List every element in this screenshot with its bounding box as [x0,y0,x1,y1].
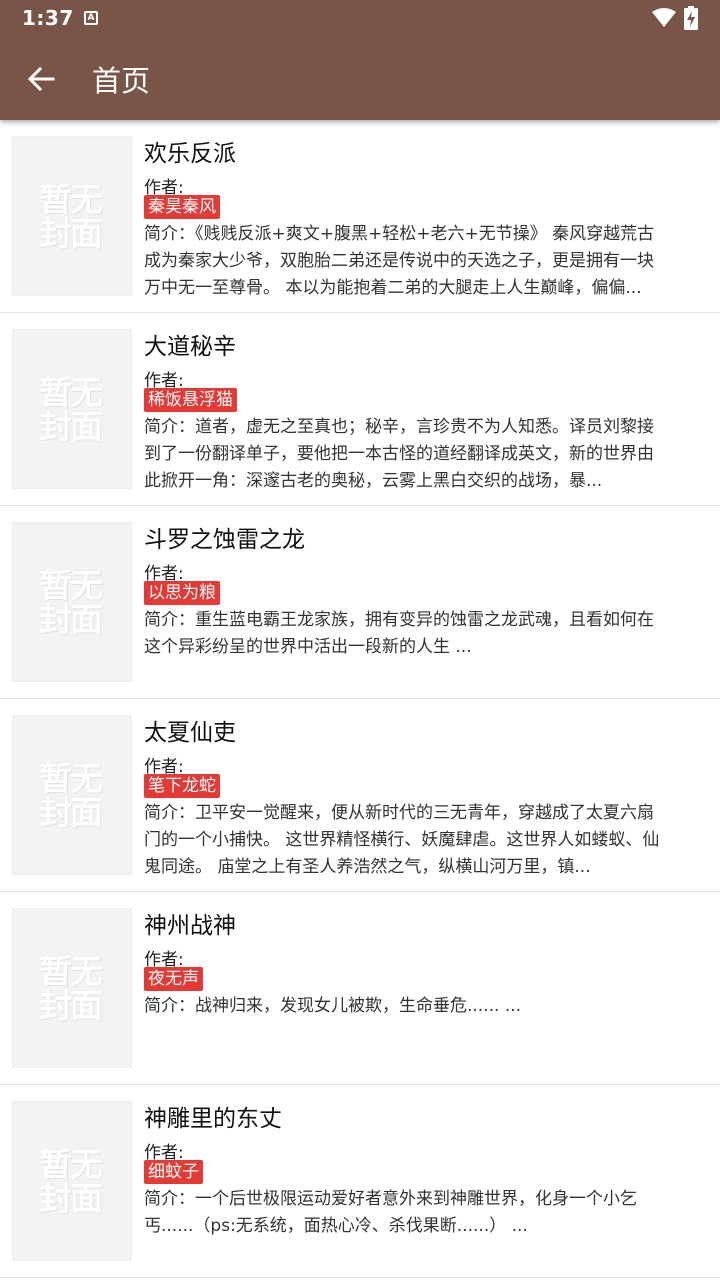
app-bar: 1:37 A 首页 [0,0,720,120]
wifi-icon [652,8,676,27]
status-time: 1:37 [22,6,74,30]
book-item[interactable]: 暂无封面 斗罗之蚀雷之龙 作者: 以思为粮 简介：重生蓝电霸王龙家族，拥有变异的… [0,506,720,699]
battery-charging-icon [684,6,698,30]
cover-placeholder-text: 暂无封面 [39,1145,103,1218]
book-intro: 简介：一个后世极限运动爱好者意外来到神雕世界，化身一个小乞丐......（ps:… [144,1189,637,1236]
book-title: 神州战神 [144,913,236,939]
book-intro: 简介：重生蓝电霸王龙家族，拥有变异的蚀雷之龙武魂，且看如何在这个异彩纷呈的世界中… [144,610,654,657]
book-intro: 简介：战神归来，发现女儿被欺，生命垂危...... ... [144,996,522,1016]
cover-placeholder-text: 暂无封面 [39,180,103,253]
book-intro: 简介：卫平安一觉醒来，便从新时代的三无青年，穿越成了太夏六扇门的一个小捕快。 这… [144,803,660,877]
book-cover: 暂无封面 [12,715,132,875]
book-title: 斗罗之蚀雷之龙 [144,527,305,553]
book-intro: 简介：《贱贱反派+爽文+腹黑+轻松+老六+无节操》 秦风穿越荒古成为秦家大少爷，… [144,224,655,298]
cover-placeholder-text: 暂无封面 [39,952,103,1025]
author-badge: 笔下龙蛇 [144,774,220,798]
cover-placeholder-text: 暂无封面 [39,566,103,639]
book-item[interactable]: 暂无封面 大道秘辛 作者: 稀饭悬浮猫 简介：道者，虚无之至真也；秘辛，言珍贵不… [0,313,720,506]
book-item[interactable]: 暂无封面 欢乐反派 作者: 秦昊秦风 简介：《贱贱反派+爽文+腹黑+轻松+老六+… [0,120,720,313]
author-badge: 夜无声 [144,967,203,991]
notification-a-icon: A [84,11,98,25]
book-cover: 暂无封面 [12,1101,132,1261]
book-cover: 暂无封面 [12,329,132,489]
author-badge: 秦昊秦风 [144,195,220,219]
book-cover: 暂无封面 [12,908,132,1068]
status-bar: 1:37 A [0,0,720,38]
book-item[interactable]: 暂无封面 太夏仙吏 作者: 笔下龙蛇 简介：卫平安一觉醒来，便从新时代的三无青年… [0,699,720,892]
book-item[interactable]: 暂无封面 神雕里的东丈 作者: 细蚊子 简介：一个后世极限运动爱好者意外来到神雕… [0,1085,720,1278]
author-badge: 细蚊子 [144,1160,203,1184]
page-title: 首页 [92,64,151,98]
cover-placeholder-text: 暂无封面 [39,759,103,832]
toolbar: 首页 [0,38,720,120]
back-arrow-icon[interactable] [24,62,58,96]
book-cover: 暂无封面 [12,522,132,682]
book-list: 暂无封面 欢乐反派 作者: 秦昊秦风 简介：《贱贱反派+爽文+腹黑+轻松+老六+… [0,120,720,1278]
book-title: 欢乐反派 [144,141,236,167]
book-cover: 暂无封面 [12,136,132,296]
book-title: 太夏仙吏 [144,720,236,746]
author-badge: 以思为粮 [144,581,220,605]
cover-placeholder-text: 暂无封面 [39,373,103,446]
book-title: 大道秘辛 [144,334,236,360]
book-intro: 简介：道者，虚无之至真也；秘辛，言珍贵不为人知悉。译员刘黎接到了一份翻译单子，要… [144,417,654,491]
book-item[interactable]: 暂无封面 神州战神 作者: 夜无声 简介：战神归来，发现女儿被欺，生命垂危...… [0,892,720,1085]
author-badge: 稀饭悬浮猫 [144,388,237,412]
book-title: 神雕里的东丈 [144,1106,282,1132]
